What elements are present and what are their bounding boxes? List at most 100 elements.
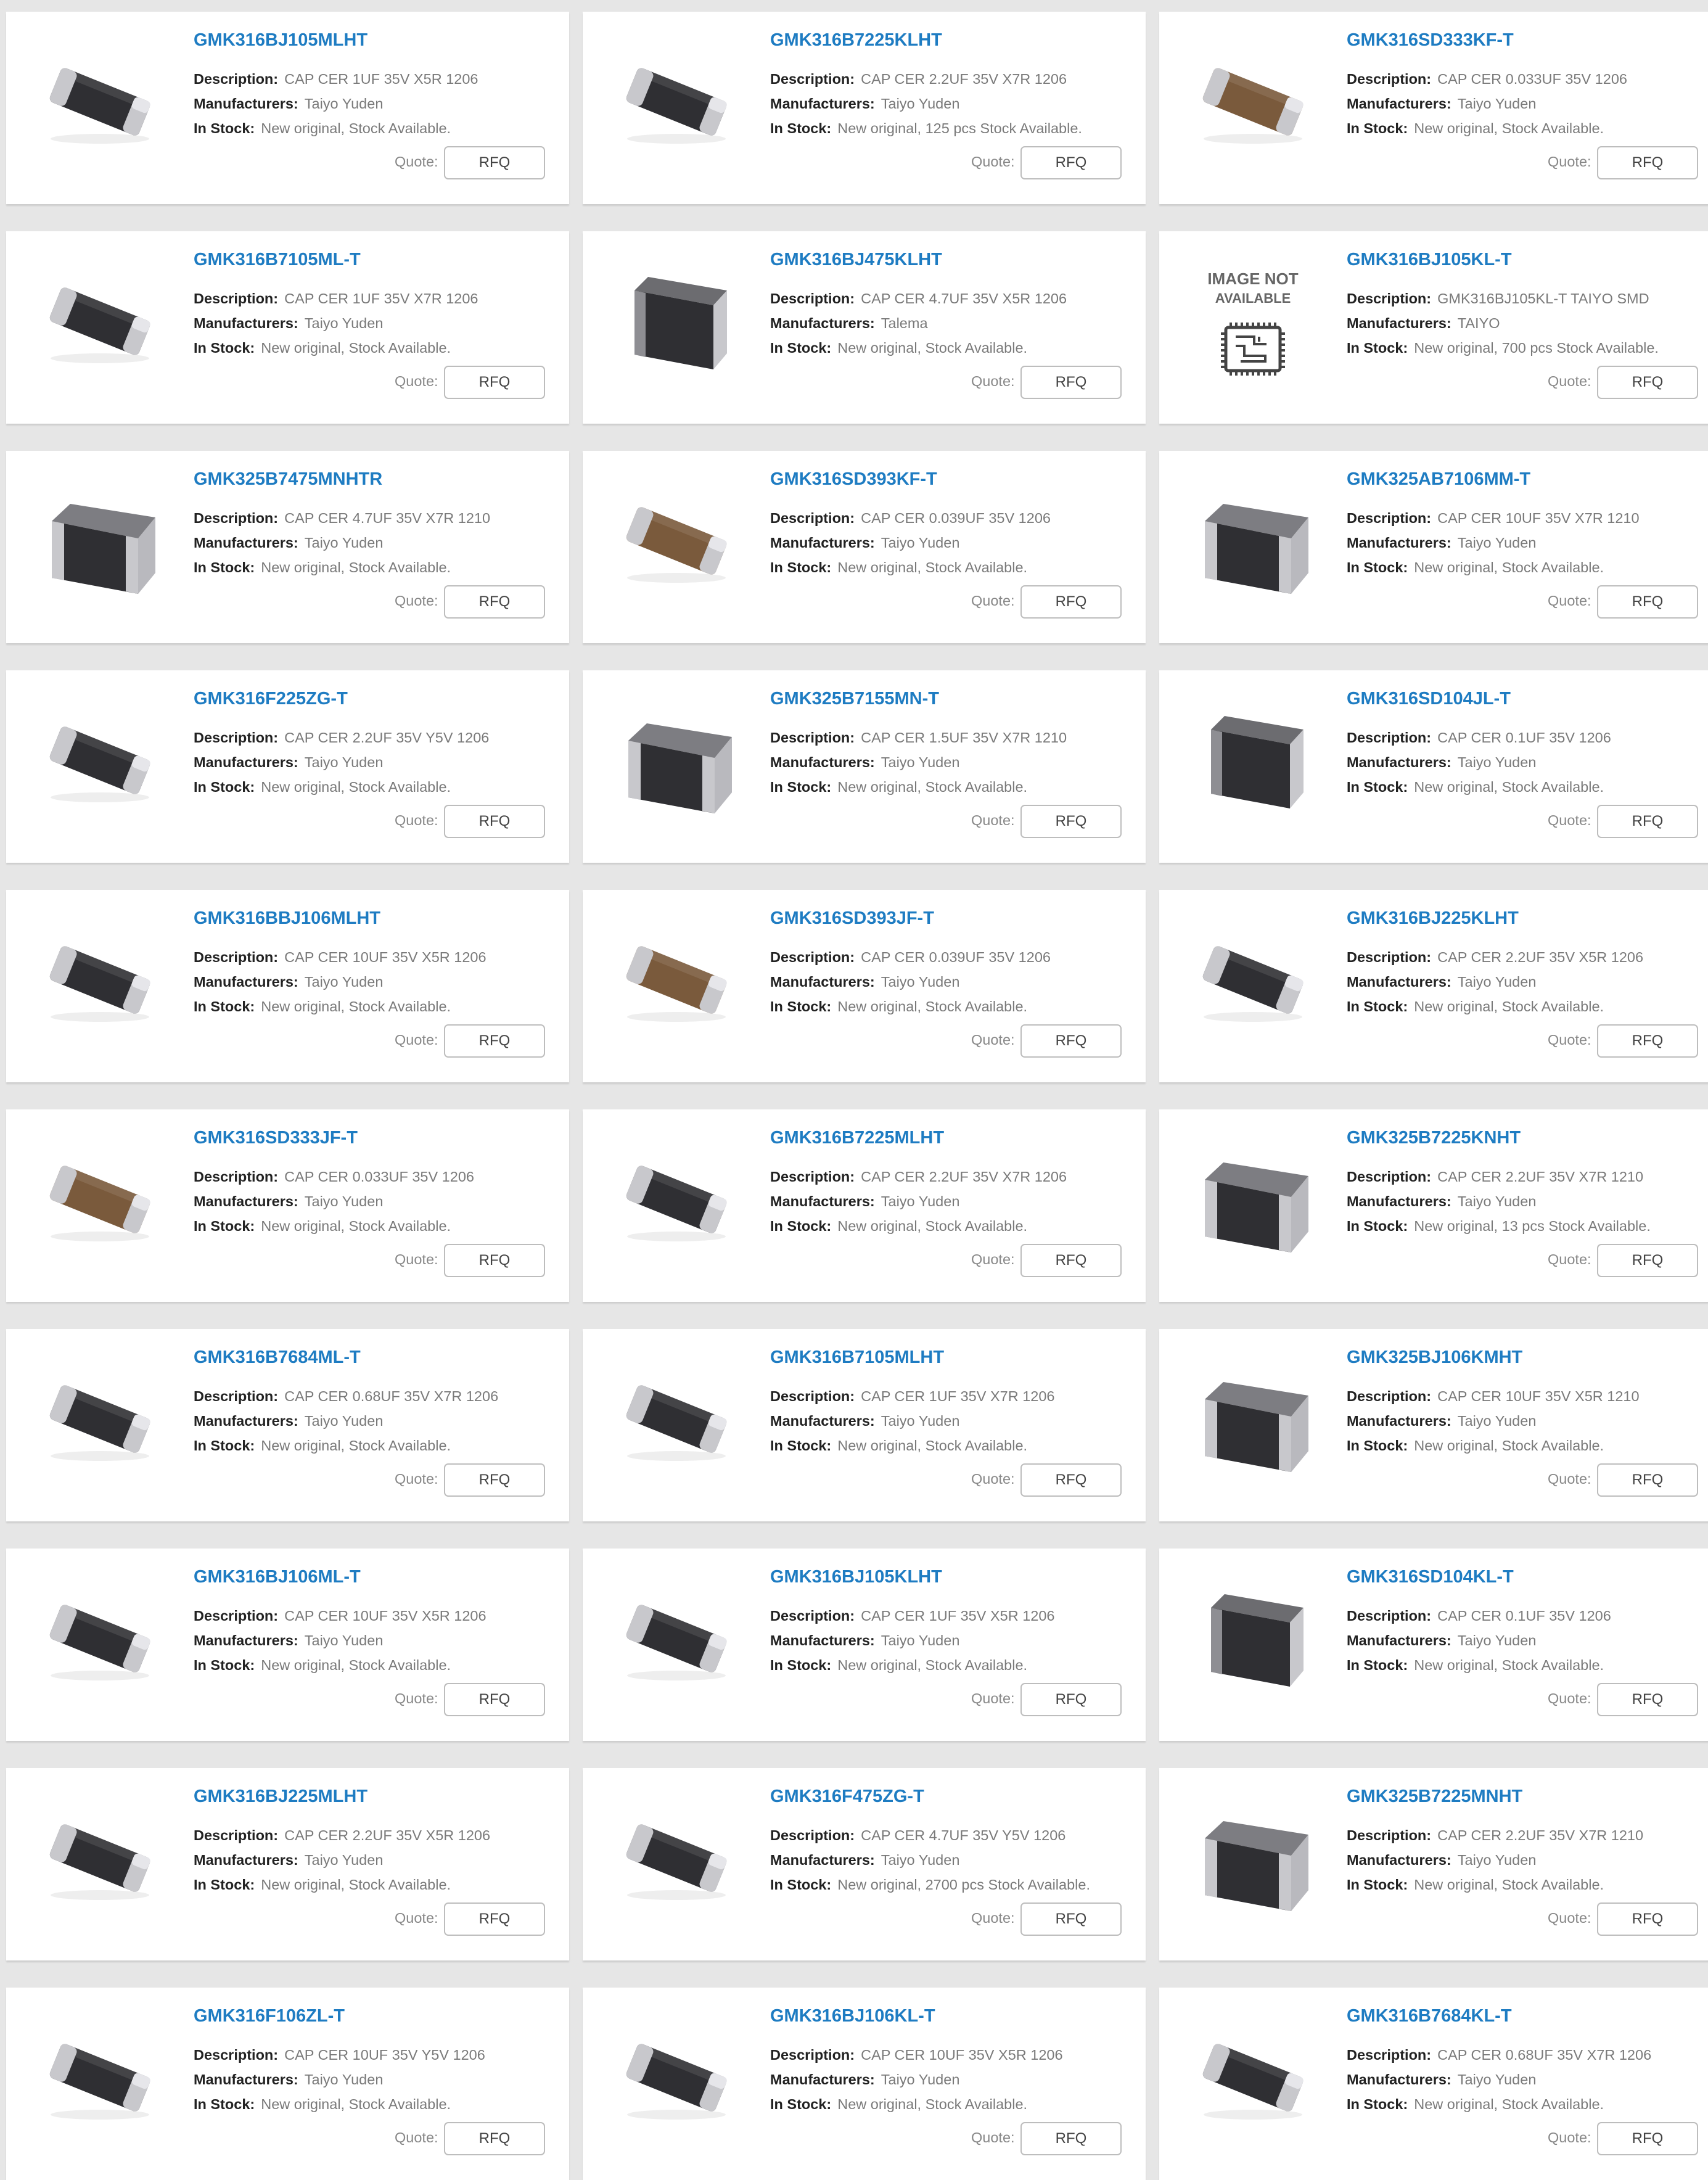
part-number-link[interactable]: GMK316SD333JF-T: [194, 1128, 358, 1148]
part-number-link[interactable]: GMK316B7225MLHT: [770, 1128, 944, 1148]
capacitor-chip-image[interactable]: [1186, 485, 1320, 596]
part-number-link[interactable]: GMK325AB7106MM-T: [1347, 469, 1530, 490]
rfq-button[interactable]: RFQ: [444, 585, 545, 619]
rfq-button[interactable]: RFQ: [444, 366, 545, 399]
svg-text:AVAILABLE: AVAILABLE: [1215, 290, 1291, 306]
part-number-link[interactable]: GMK316B7684ML-T: [194, 1347, 361, 1368]
capacitor-chip-image[interactable]: [610, 46, 743, 157]
part-number-link[interactable]: GMK325B7155MN-T: [770, 689, 939, 709]
capacitor-chip-image[interactable]: [33, 2022, 166, 2133]
rfq-button[interactable]: RFQ: [1020, 1244, 1122, 1277]
rfq-button[interactable]: RFQ: [1020, 1902, 1122, 1936]
capacitor-chip-image[interactable]: [1186, 705, 1320, 816]
part-number-link[interactable]: GMK316SD393KF-T: [770, 469, 937, 490]
part-number-link[interactable]: GMK316SD393JF-T: [770, 908, 934, 929]
manufacturers-label: Manufacturers:: [770, 1413, 875, 1429]
rfq-button[interactable]: RFQ: [1020, 1683, 1122, 1716]
capacitor-chip-image[interactable]: [1186, 1144, 1320, 1255]
capacitor-chip-image[interactable]: [33, 924, 166, 1035]
capacitor-chip-image[interactable]: [1186, 2022, 1320, 2133]
part-number-link[interactable]: GMK316F475ZG-T: [770, 1787, 924, 1807]
capacitor-chip-image[interactable]: [610, 2022, 743, 2133]
capacitor-chip-image[interactable]: [1186, 1803, 1320, 1914]
capacitor-chip-image[interactable]: [33, 1583, 166, 1694]
part-number-link[interactable]: GMK325B7225KNHT: [1347, 1128, 1521, 1148]
part-number-link[interactable]: GMK316SD104JL-T: [1347, 689, 1511, 709]
part-number-link[interactable]: GMK316BJ106ML-T: [194, 1567, 361, 1587]
stock-row: In Stock: New original, Stock Available.: [1347, 559, 1604, 576]
rfq-button[interactable]: RFQ: [444, 1902, 545, 1936]
part-number-link[interactable]: GMK316BJ106KL-T: [770, 2006, 935, 2026]
part-number-link[interactable]: GMK316BJ225MLHT: [194, 1787, 367, 1807]
part-number-link[interactable]: GMK316B7225KLHT: [770, 30, 942, 51]
rfq-button[interactable]: RFQ: [1597, 366, 1698, 399]
part-number-link[interactable]: GMK316BBJ106MLHT: [194, 908, 380, 929]
part-number-link[interactable]: GMK325B7475MNHTR: [194, 469, 382, 490]
rfq-button[interactable]: RFQ: [1020, 2122, 1122, 2155]
part-number-link[interactable]: GMK316BJ105MLHT: [194, 30, 367, 51]
rfq-button[interactable]: RFQ: [1020, 1024, 1122, 1058]
capacitor-chip-image[interactable]: [610, 266, 743, 377]
capacitor-chip-image[interactable]: [33, 1364, 166, 1475]
manufacturers-label: Manufacturers:: [770, 2071, 875, 2087]
capacitor-chip-image[interactable]: [33, 46, 166, 157]
rfq-button[interactable]: RFQ: [444, 805, 545, 838]
capacitor-chip-image[interactable]: [610, 1144, 743, 1255]
part-number-link[interactable]: GMK316BJ225KLHT: [1347, 908, 1519, 929]
rfq-button[interactable]: RFQ: [1020, 366, 1122, 399]
part-number-link[interactable]: GMK316BJ105KLHT: [770, 1567, 942, 1587]
capacitor-chip-image[interactable]: [33, 705, 166, 816]
rfq-button[interactable]: RFQ: [1597, 1463, 1698, 1497]
rfq-button[interactable]: RFQ: [1597, 1683, 1698, 1716]
description-label: Description:: [1347, 949, 1432, 965]
part-number-link[interactable]: GMK316B7684KL-T: [1347, 2006, 1512, 2026]
rfq-button[interactable]: RFQ: [1020, 585, 1122, 619]
capacitor-chip-image[interactable]: [1186, 1364, 1320, 1475]
capacitor-chip-image[interactable]: [610, 924, 743, 1035]
part-number-link[interactable]: GMK316B7105ML-T: [194, 250, 361, 270]
capacitor-chip-image[interactable]: [610, 1583, 743, 1694]
part-number-link[interactable]: GMK316BJ105KL-T: [1347, 250, 1512, 270]
rfq-button[interactable]: RFQ: [1597, 1024, 1698, 1058]
rfq-button[interactable]: RFQ: [1597, 1902, 1698, 1936]
part-number-link[interactable]: GMK316B7105MLHT: [770, 1347, 944, 1368]
capacitor-chip-image[interactable]: [33, 1803, 166, 1914]
rfq-button[interactable]: RFQ: [1597, 2122, 1698, 2155]
rfq-button[interactable]: RFQ: [1597, 146, 1698, 179]
capacitor-chip-image[interactable]: [1186, 1583, 1320, 1694]
rfq-button[interactable]: RFQ: [1597, 1244, 1698, 1277]
rfq-button[interactable]: RFQ: [1597, 805, 1698, 838]
part-number-link[interactable]: GMK316F106ZL-T: [194, 2006, 345, 2026]
part-number-link[interactable]: GMK325B7225MNHT: [1347, 1787, 1522, 1807]
rfq-button[interactable]: RFQ: [1597, 585, 1698, 619]
capacitor-chip-image[interactable]: [33, 485, 166, 596]
part-number-link[interactable]: GMK325BJ106KMHT: [1347, 1347, 1522, 1368]
rfq-button[interactable]: RFQ: [1020, 1463, 1122, 1497]
manufacturer-value: Taiyo Yuden: [881, 754, 960, 770]
part-number-link[interactable]: GMK316F225ZG-T: [194, 689, 348, 709]
rfq-button[interactable]: RFQ: [444, 1683, 545, 1716]
quote-label: Quote:: [395, 1690, 438, 1706]
capacitor-chip-image[interactable]: [610, 705, 743, 816]
capacitor-chip-image[interactable]: [33, 1144, 166, 1255]
image-not-available-icon[interactable]: IMAGE NOT AVAILABLE: [1186, 266, 1320, 377]
capacitor-chip-image[interactable]: [1186, 46, 1320, 157]
rfq-button[interactable]: RFQ: [444, 1463, 545, 1497]
capacitor-chip-image[interactable]: [610, 1803, 743, 1914]
manufacturers-label: Manufacturers:: [770, 535, 875, 551]
capacitor-chip-image[interactable]: [33, 266, 166, 377]
part-number-link[interactable]: GMK316BJ475KLHT: [770, 250, 942, 270]
part-number-link[interactable]: GMK316SD333KF-T: [1347, 30, 1514, 51]
description-value: GMK316BJ105KL-T TAIYO SMD: [1437, 290, 1649, 306]
rfq-button[interactable]: RFQ: [444, 1024, 545, 1058]
capacitor-chip-image[interactable]: [610, 485, 743, 596]
rfq-button[interactable]: RFQ: [1020, 146, 1122, 179]
capacitor-chip-image[interactable]: [610, 1364, 743, 1475]
description-value: CAP CER 4.7UF 35V X5R 1206: [861, 290, 1067, 306]
part-number-link[interactable]: GMK316SD104KL-T: [1347, 1567, 1514, 1587]
rfq-button[interactable]: RFQ: [444, 146, 545, 179]
rfq-button[interactable]: RFQ: [1020, 805, 1122, 838]
rfq-button[interactable]: RFQ: [444, 2122, 545, 2155]
rfq-button[interactable]: RFQ: [444, 1244, 545, 1277]
capacitor-chip-image[interactable]: [1186, 924, 1320, 1035]
